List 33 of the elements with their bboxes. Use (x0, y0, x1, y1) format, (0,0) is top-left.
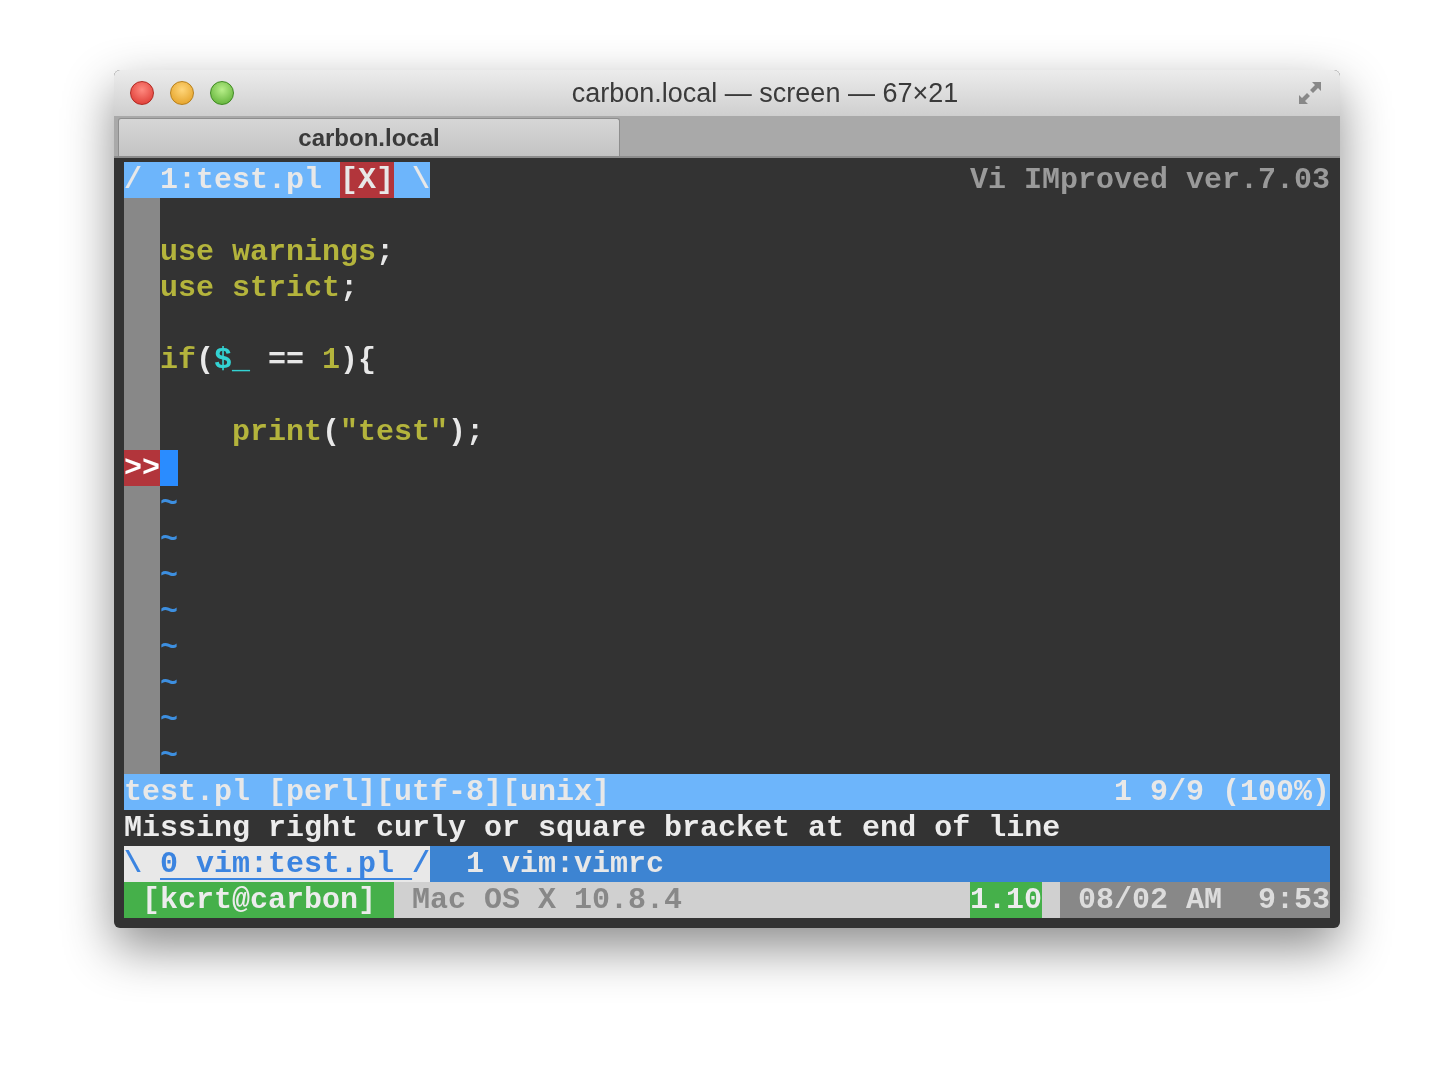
buffer-tab[interactable]: \ (394, 162, 431, 198)
code-line: print("test"); (231, 414, 485, 450)
empty-line-marker: ~ (160, 558, 178, 594)
empty-line-marker: ~ (160, 666, 178, 702)
empty-line-marker: ~ (160, 630, 178, 666)
error-message: Missing right curly or square bracket at end of line (124, 810, 1062, 846)
empty-line-marker: ~ (160, 486, 178, 522)
os-version: Mac OS X 10.8.4 (394, 882, 970, 918)
empty-line-marker: ~ (160, 594, 178, 630)
buffer-tab[interactable]: / 1:test.pl (124, 162, 341, 198)
empty-line-marker: ~ (160, 522, 178, 558)
close-button[interactable] (130, 81, 154, 105)
error-sign: >> (124, 450, 160, 486)
code-line: use strict; (160, 270, 359, 306)
empty-line-marker: ~ (160, 702, 178, 738)
date-label: 08/02 AM (1078, 882, 1223, 918)
terminal-tab[interactable]: carbon.local (118, 118, 620, 156)
cursor-position: 1 9/9 (100%) (1113, 774, 1330, 810)
status-separator (1042, 882, 1060, 918)
screen-window-tab[interactable]: \ 0 vim:test.pl / (124, 846, 431, 882)
version-label: Vi IMproved ver.7.03 (969, 162, 1330, 198)
fullscreen-icon[interactable] (1296, 79, 1324, 107)
file-info: test.pl [perl][utf-8][unix] (124, 774, 611, 810)
minimize-button[interactable] (170, 81, 194, 105)
close-buffer-tab[interactable]: [X] (340, 162, 395, 198)
code-line: use warnings; (160, 234, 395, 270)
window-title: carbon.local — screen — 67×21 (571, 76, 959, 110)
screen-window-tab[interactable]: 1 vim:vimrc (430, 846, 665, 882)
load-average: 1.10 (970, 882, 1042, 918)
code-line: if($_ == 1){ (160, 342, 377, 378)
time-label: 9:53 (1258, 882, 1330, 918)
empty-line-marker: ~ (160, 738, 178, 774)
zoom-button[interactable] (210, 81, 234, 105)
